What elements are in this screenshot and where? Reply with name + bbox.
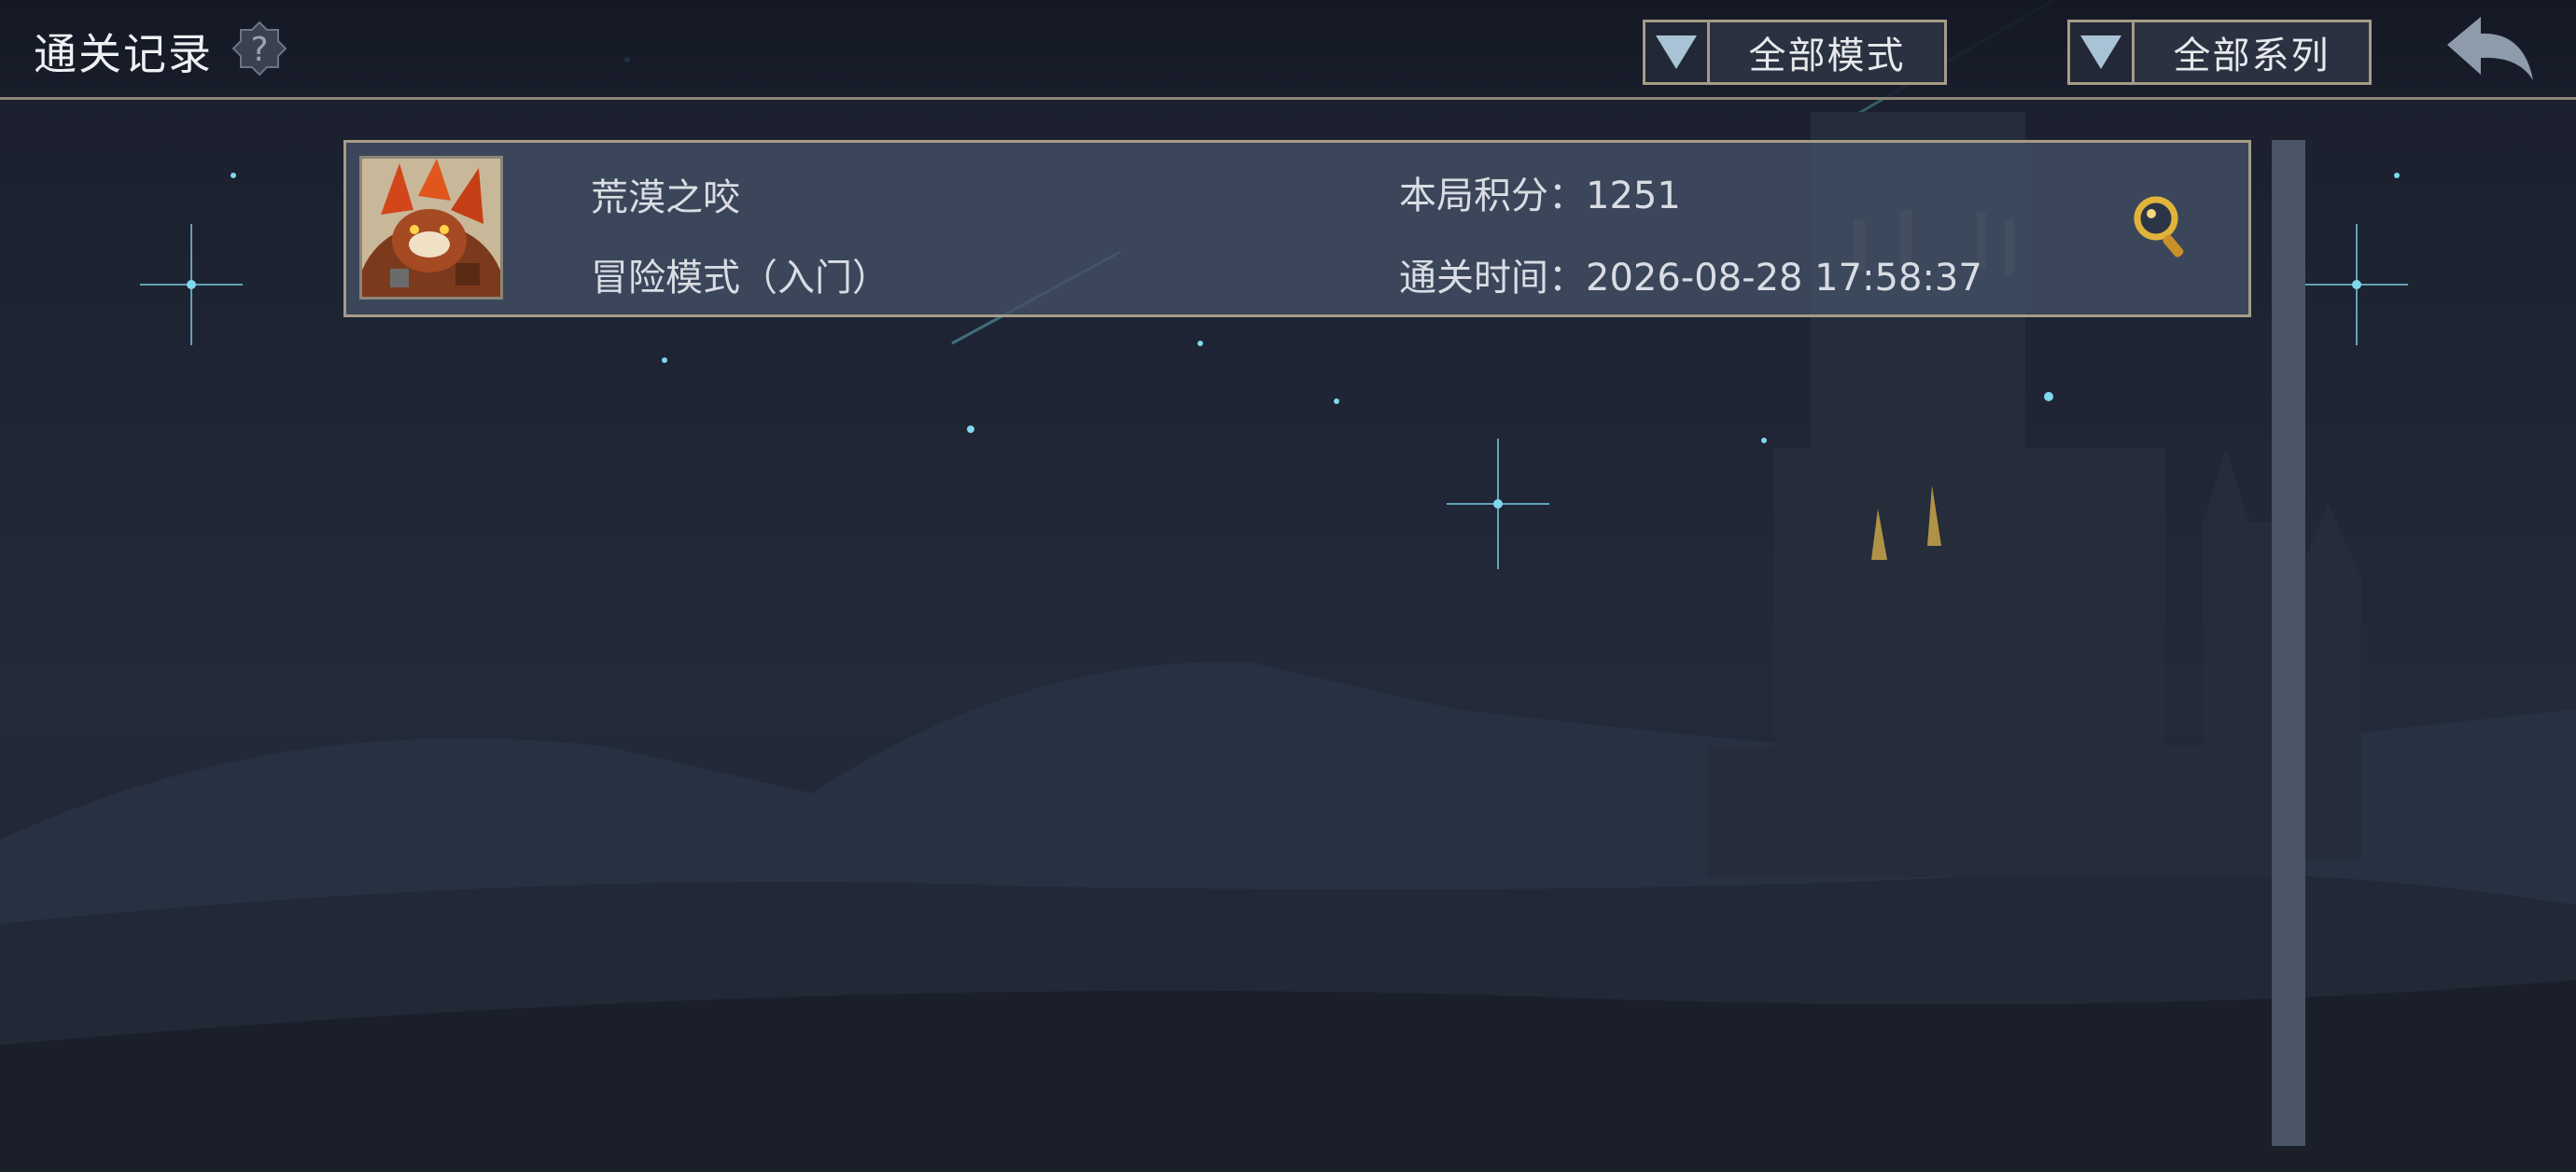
mode-filter-dropdown[interactable]: 全部模式 bbox=[1643, 20, 1947, 85]
record-mode: 冒险模式（入门） bbox=[591, 257, 889, 300]
triangle-down-icon bbox=[2080, 35, 2121, 69]
scrollbar[interactable] bbox=[2272, 140, 2305, 1146]
top-bar: 通关记录 ? 全部模式 全部系列 bbox=[0, 0, 2576, 100]
svg-text:?: ? bbox=[250, 31, 268, 69]
avatar bbox=[359, 156, 503, 300]
record-time: 通关时间：2026-08-28 17:58:37 bbox=[1399, 247, 1982, 301]
mode-filter-label: 全部模式 bbox=[1748, 35, 1906, 77]
back-arrow-icon[interactable] bbox=[2443, 13, 2537, 84]
triangle-down-icon bbox=[1656, 35, 1697, 69]
monster-portrait-icon bbox=[362, 159, 500, 297]
record-name: 荒漠之咬 bbox=[591, 176, 740, 219]
record-score: 本局积分：1251 bbox=[1399, 165, 1681, 219]
record-row[interactable]: 荒漠之咬 冒险模式（入门） 本局积分：1251 通关时间：2026-08-28 … bbox=[343, 140, 2251, 317]
series-filter-dropdown[interactable]: 全部系列 bbox=[2067, 20, 2372, 85]
time-value: 2026-08-28 17:58:37 bbox=[1586, 257, 1982, 300]
magnifier-icon[interactable] bbox=[2131, 193, 2192, 262]
series-filter-arrow[interactable] bbox=[2070, 22, 2135, 82]
score-label: 本局积分： bbox=[1399, 174, 1586, 217]
series-filter-label: 全部系列 bbox=[2173, 35, 2331, 77]
time-label: 通关时间： bbox=[1399, 257, 1586, 300]
question-mark-icon[interactable]: ? bbox=[231, 21, 287, 77]
score-value: 1251 bbox=[1586, 174, 1681, 217]
mode-filter-arrow[interactable] bbox=[1645, 22, 1710, 82]
page-title: 通关记录 bbox=[34, 29, 213, 79]
